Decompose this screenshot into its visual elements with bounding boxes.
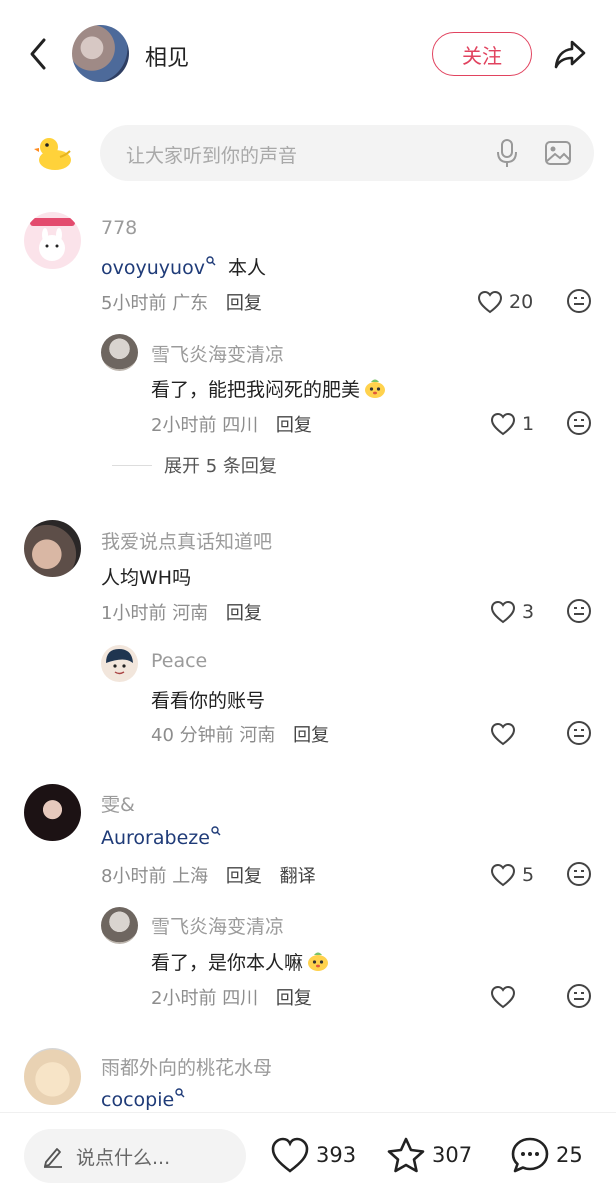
- favorite-button[interactable]: 307: [386, 1135, 472, 1175]
- back-icon[interactable]: [24, 36, 54, 72]
- reply-username[interactable]: 雪飞炎海变清凉: [151, 340, 284, 367]
- cartoon-boy-avatar-icon: [106, 649, 133, 675]
- comment-username[interactable]: 我爱说点真话知道吧: [101, 527, 272, 554]
- like-button[interactable]: 5: [490, 861, 534, 889]
- say-something-input[interactable]: 说点什么...: [24, 1129, 246, 1183]
- emoji-icon[interactable]: [566, 288, 592, 314]
- comment-text: Aurorabeze: [101, 826, 221, 849]
- like-button[interactable]: 1: [490, 410, 534, 438]
- likes-count: 393: [316, 1143, 357, 1167]
- comment-username[interactable]: 778: [101, 217, 137, 239]
- emoji-icon[interactable]: [566, 861, 592, 887]
- search-mini-icon: [211, 826, 221, 836]
- avatar[interactable]: [24, 784, 81, 841]
- header-bar: 相见 关注: [0, 0, 616, 110]
- cute-face-emoji-icon: [308, 952, 329, 971]
- share-icon[interactable]: [552, 36, 588, 72]
- heart-icon: [490, 863, 516, 887]
- heart-icon: [490, 412, 516, 436]
- comment-text: 人均WH吗: [101, 567, 192, 589]
- comments-count: 25: [556, 1143, 583, 1167]
- comment-meta: 5小时前 广东 回复: [101, 293, 262, 314]
- cute-face-emoji-icon: [365, 379, 386, 398]
- reply-button[interactable]: 回复: [276, 988, 312, 1009]
- reply-text: 看了，能把我闷死的肥美: [151, 375, 387, 402]
- comment-meta: 8小时前 上海 回复 翻译: [101, 866, 316, 887]
- like-button[interactable]: [490, 983, 516, 1011]
- comment-icon: [511, 1137, 549, 1173]
- reply-text: 看了，是你本人嘛: [151, 948, 330, 975]
- comment-username[interactable]: 雯&: [101, 790, 135, 817]
- avatar[interactable]: [24, 212, 81, 269]
- reply-username[interactable]: Peace: [151, 650, 207, 672]
- like-post-button[interactable]: 393: [270, 1135, 356, 1175]
- emoji-icon[interactable]: [566, 720, 592, 746]
- comment-text: ovoyuyuov 本人: [101, 256, 266, 279]
- pencil-icon: [44, 1148, 62, 1168]
- reply-meta: 40 分钟前 河南 回复: [151, 725, 330, 746]
- like-count: 3: [522, 601, 535, 623]
- comment-username[interactable]: 雨都外向的桃花水母: [101, 1053, 272, 1080]
- like-button[interactable]: 20: [477, 288, 533, 316]
- stars-count: 307: [432, 1143, 473, 1167]
- heart-icon: [271, 1137, 309, 1173]
- reply-button[interactable]: 回复: [226, 603, 262, 624]
- comment-text: cocopie: [101, 1088, 185, 1111]
- avatar[interactable]: [24, 1048, 81, 1105]
- image-icon[interactable]: [544, 139, 572, 167]
- search-mini-icon: [175, 1088, 185, 1098]
- emoji-icon[interactable]: [566, 983, 592, 1009]
- comment-input[interactable]: 让大家听到你的声音: [100, 125, 594, 181]
- reply-button[interactable]: 回复: [226, 293, 262, 314]
- avatar[interactable]: [101, 645, 138, 682]
- duck-icon[interactable]: [34, 133, 74, 173]
- avatar[interactable]: [24, 520, 81, 577]
- author-name[interactable]: 相见: [145, 40, 189, 72]
- divider: [112, 464, 152, 466]
- star-icon: [387, 1137, 425, 1173]
- mention-link[interactable]: Aurorabeze: [101, 826, 221, 849]
- reply-button[interactable]: 回复: [293, 725, 329, 746]
- reply-button[interactable]: 回复: [226, 866, 262, 887]
- microphone-icon[interactable]: [496, 138, 518, 168]
- like-count: 20: [509, 291, 534, 313]
- like-button[interactable]: [490, 720, 516, 748]
- like-count: 1: [522, 413, 535, 435]
- mention-link[interactable]: cocopie: [101, 1088, 185, 1111]
- translate-button[interactable]: 翻译: [280, 866, 316, 887]
- heart-icon: [490, 722, 516, 746]
- author-avatar[interactable]: [72, 25, 129, 82]
- like-button[interactable]: 3: [490, 598, 534, 626]
- avatar[interactable]: [101, 907, 138, 944]
- expand-replies-button[interactable]: 展开 5 条回复: [112, 452, 277, 478]
- search-mini-icon: [206, 256, 216, 266]
- emoji-icon[interactable]: [566, 598, 592, 624]
- bunny-avatar-icon: [30, 218, 75, 261]
- emoji-icon[interactable]: [566, 410, 592, 436]
- follow-button[interactable]: 关注: [432, 32, 532, 76]
- comment-meta: 1小时前 河南 回复: [101, 603, 262, 624]
- mention-link[interactable]: ovoyuyuov: [101, 256, 216, 279]
- reply-text: 看看你的账号: [151, 690, 266, 712]
- reply-meta: 2小时前 四川 回复: [151, 988, 312, 1009]
- heart-icon: [490, 600, 516, 624]
- comments-button[interactable]: 25: [510, 1135, 583, 1175]
- heart-icon: [477, 290, 503, 314]
- reply-username[interactable]: 雪飞炎海变清凉: [151, 912, 284, 939]
- bottom-action-bar: 说点什么... 393 307 25: [0, 1112, 616, 1199]
- heart-icon: [490, 985, 516, 1009]
- avatar[interactable]: [101, 334, 138, 371]
- comment-input-placeholder: 让大家听到你的声音: [126, 145, 298, 167]
- reply-meta: 2小时前 四川 回复: [151, 415, 312, 436]
- reply-button[interactable]: 回复: [276, 415, 312, 436]
- like-count: 5: [522, 864, 535, 886]
